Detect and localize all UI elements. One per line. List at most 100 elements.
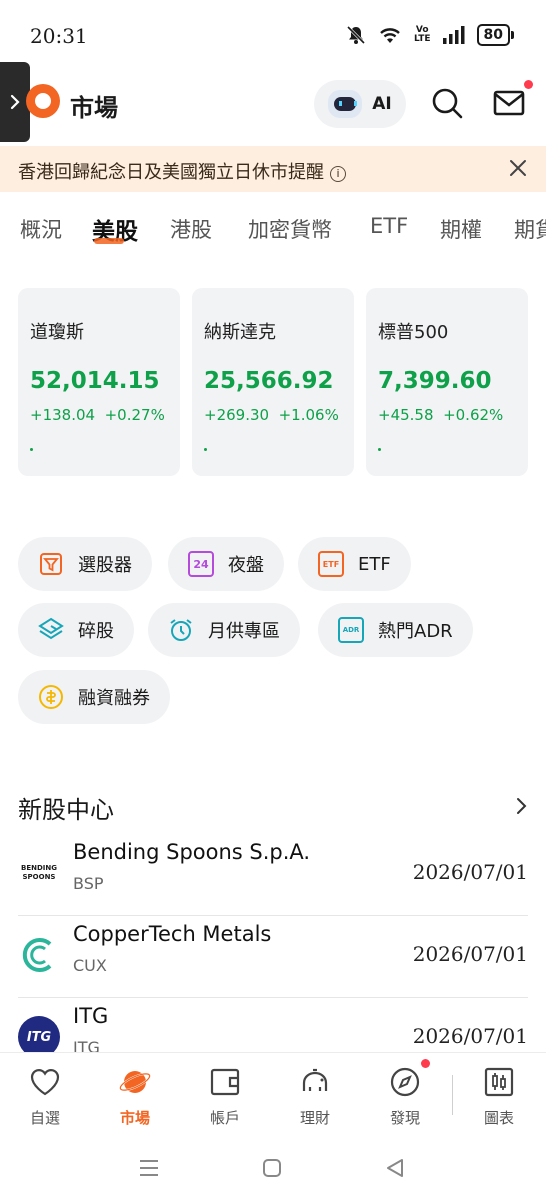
fraction-icon [38,617,64,643]
stock-name: Bending Spoons S.p.A. [73,840,311,864]
chip-label: ETF [358,553,391,575]
discover-notification-dot [421,1059,430,1068]
back-icon[interactable] [384,1157,406,1179]
status-bar: 20:31 Vo LTE 80 [0,0,546,70]
stock-ticker: BSP [73,874,104,893]
nav-divider [452,1075,453,1115]
etf-icon: ETF [318,551,344,577]
nav-label: 圖表 [483,1109,514,1127]
stock-name: CopperTech Metals [73,922,272,946]
close-icon[interactable] [508,158,528,178]
index-value: 25,566.92 [204,368,334,394]
planet-icon [119,1071,151,1093]
ipo-list-item[interactable]: ITG ITG ITG 2026/07/01 [18,998,528,1052]
chip-label: 夜盤 [228,555,264,576]
active-tab-indicator [94,238,124,244]
system-navigation-bar [0,1140,546,1200]
monthly-investment-button[interactable]: 月供專區 [148,603,300,657]
tab-futures[interactable]: 期貨 [514,214,546,244]
app-logo-icon [26,84,60,118]
wifi-icon [380,28,400,43]
night-trading-button[interactable]: 24 夜盤 [168,537,284,591]
hot-adr-button[interactable]: ADR 熱門ADR [318,603,473,657]
stock-screener-button[interactable]: 選股器 [18,537,152,591]
compass-icon [390,1067,420,1097]
alarm-clock-icon [168,617,194,643]
nav-account[interactable]: 帳戶 [190,1065,260,1128]
tab-etf[interactable]: ETF [370,214,408,238]
signal-icon [442,26,465,44]
nav-chart[interactable]: 圖表 [464,1065,534,1128]
index-card-sp500[interactable]: 標普500 7,399.60 +45.58 +0.62% [366,288,528,476]
chip-label: 碎股 [78,621,114,642]
nav-discover[interactable]: 發現 [370,1065,440,1128]
ipo-section-title[interactable]: 新股中心 [18,790,114,825]
nav-label: 發現 [389,1109,420,1127]
mail-notification-dot [524,80,533,89]
banner-text: 香港回歸紀念日及美國獨立日休市提醒 i [18,158,346,184]
tab-options[interactable]: 期權 [440,214,482,244]
tab-hk-stocks[interactable]: 港股 [170,214,212,244]
app-header: 市場 AI [0,70,546,140]
bottom-navigation: 自選 市場 帳戶 理財 發現 圖表 [0,1052,546,1140]
piggy-bank-icon [302,1068,328,1091]
nav-watchlist[interactable]: 自選 [10,1065,80,1128]
index-name: 標普500 [378,322,449,343]
bending-spoons-logo: BENDING SPOONS [21,864,57,881]
margin-trading-button[interactable]: 融資融券 [18,670,170,724]
itg-logo: ITG [18,1016,60,1052]
chip-label: 選股器 [78,555,132,576]
tab-overview[interactable]: 概況 [20,214,62,244]
ipo-list-item[interactable]: BENDING SPOONS Bending Spoons S.p.A. BSP … [18,834,528,916]
home-icon[interactable] [261,1157,283,1179]
info-icon[interactable]: i [330,166,346,182]
ai-label: AI [372,94,392,114]
index-change: +269.30 +1.06% [204,406,339,424]
listing-date: 2026/07/01 [412,942,528,966]
index-change: +45.58 +0.62% [378,406,504,424]
heart-icon [30,1069,60,1096]
index-card-nasdaq[interactable]: 納斯達克 25,566.92 +269.30 +1.06% [192,288,354,476]
etf-button[interactable]: ETF ETF [298,537,411,591]
chip-label: 熱門ADR [378,621,453,642]
sparkline [30,448,33,451]
sparkline [378,448,381,451]
volte-indicator: Vo LTE [413,25,431,44]
fractional-shares-button[interactable]: 碎股 [18,603,134,657]
chevron-right-icon[interactable] [514,796,530,816]
tab-crypto[interactable]: 加密貨幣 [248,214,332,244]
coin-icon [38,684,64,710]
chip-label: 月供專區 [208,621,280,642]
status-icons: Vo LTE 80 [346,24,515,46]
market-tabs: 概況 美股 港股 加密貨幣 ETF 期權 期貨 [0,200,546,256]
index-change: +138.04 +0.27% [30,406,165,424]
stock-name: ITG [73,1004,109,1028]
mute-bell-icon [346,25,366,45]
index-card-dow[interactable]: 道瓊斯 52,014.15 +138.04 +0.27% [18,288,180,476]
holiday-notice-banner[interactable]: 香港回歸紀念日及美國獨立日休市提醒 i [0,146,546,192]
battery-indicator: 80 [476,24,515,46]
ipo-list-item[interactable]: CopperTech Metals CUX 2026/07/01 [18,916,528,998]
menu-icon[interactable] [138,1158,160,1178]
stock-ticker: ITG [73,1038,100,1052]
stock-ticker: CUX [73,956,107,975]
nav-market[interactable]: 市場 [100,1065,170,1128]
chip-label: 融資融券 [78,688,150,709]
index-name: 納斯達克 [204,322,276,343]
robot-icon [328,90,363,118]
filter-icon [38,551,64,577]
coppertech-logo [18,934,60,976]
ai-assistant-button[interactable]: AI [314,80,406,128]
index-value: 7,399.60 [378,368,492,394]
index-name: 道瓊斯 [30,322,84,343]
nav-wealth[interactable]: 理財 [280,1065,350,1128]
wallet-icon [210,1068,240,1096]
status-time: 20:31 [30,24,88,48]
listing-date: 2026/07/01 [412,1024,528,1048]
nav-label: 帳戶 [209,1109,240,1127]
index-value: 52,014.15 [30,368,160,394]
candlestick-chart-icon [484,1067,514,1097]
page-title: 市場 [70,94,118,122]
search-icon[interactable] [430,86,464,120]
mail-icon[interactable] [492,86,526,120]
